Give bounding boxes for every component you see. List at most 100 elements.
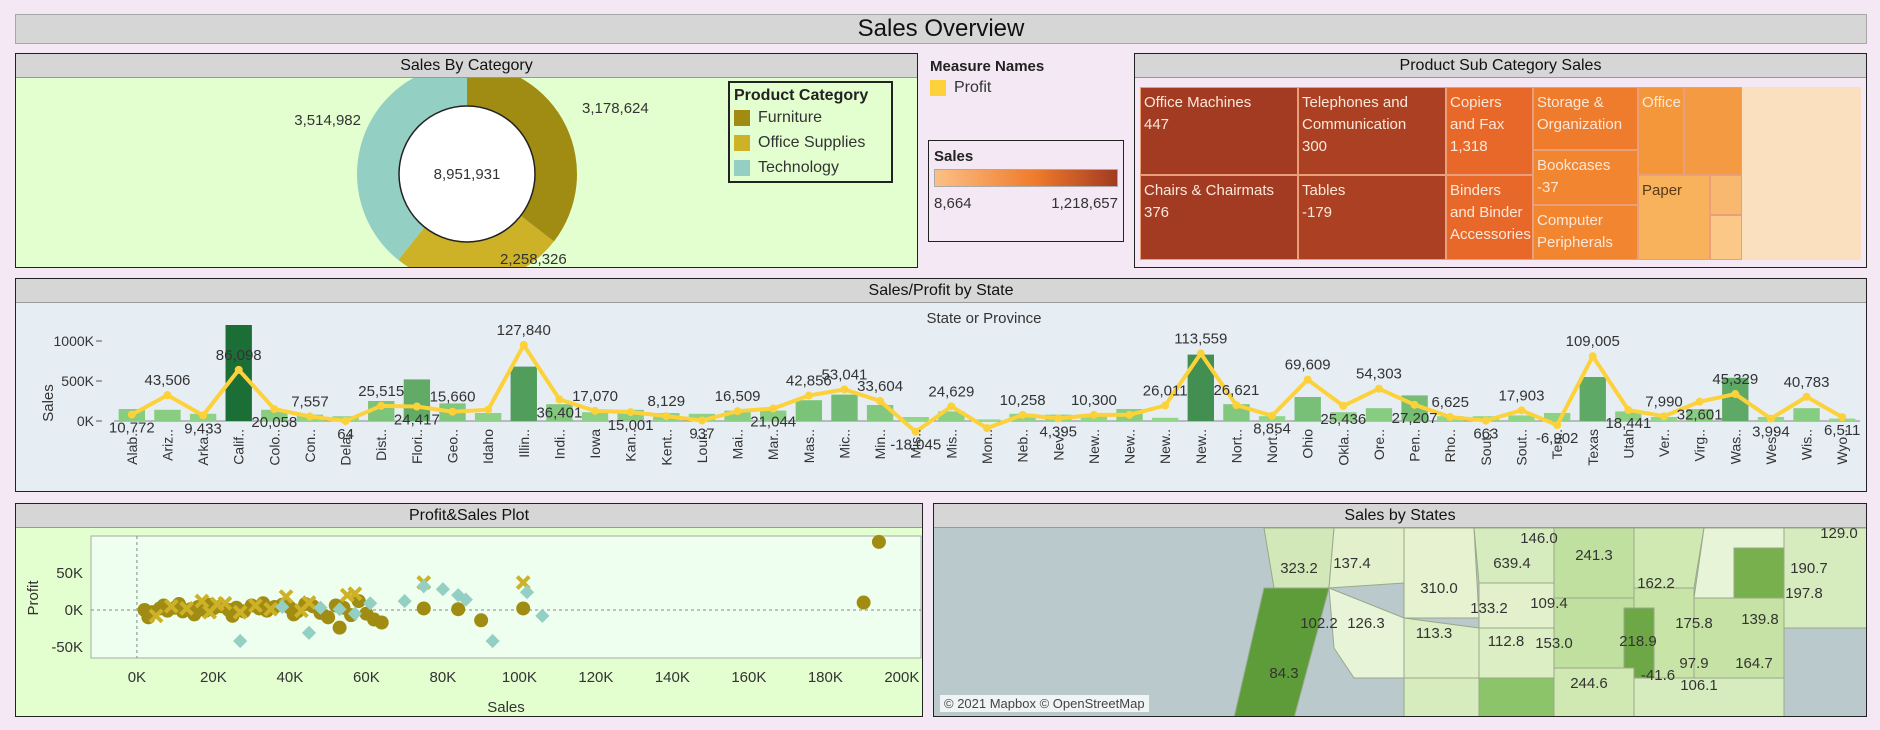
state-category-label: Wes.. (1763, 429, 1779, 465)
x-tick-label: 60K (353, 669, 380, 686)
sales-bar (1151, 417, 1179, 421)
map-value-label: 112.8 (1488, 633, 1524, 650)
map-value-label: 146.0 (1520, 530, 1558, 547)
map-state-region (1263, 528, 1335, 589)
scatter-point-furniture (332, 620, 347, 635)
treemap-cell-minor[interactable] (1710, 215, 1742, 260)
profit-point (1766, 414, 1775, 423)
profit-point (484, 405, 493, 414)
x-tick-label: 140K (655, 669, 690, 686)
legend-swatch-icon (734, 109, 750, 126)
legend-label: Furniture (758, 108, 823, 126)
profit-data-label: 109,005 (1566, 333, 1620, 350)
scatter-plot-area (90, 535, 922, 659)
state-category-label: New.. (1193, 429, 1209, 464)
sales-bar (1579, 377, 1606, 421)
treemap-cell-copiers-and-fax[interactable]: Copiers and Fax 1,318 (1446, 87, 1533, 175)
state-category-label: Geo.. (445, 429, 461, 463)
profit-point (1268, 411, 1277, 420)
map-state-region (1783, 528, 1866, 629)
sales-bar (902, 417, 929, 421)
x-tick-label: 120K (578, 669, 613, 686)
profit-point (1410, 400, 1419, 409)
legend-item-office-supplies[interactable]: Office Supplies (734, 130, 887, 155)
profit-data-label: 17,070 (572, 388, 618, 405)
profit-data-label: 45,329 (1712, 371, 1758, 388)
profit-point (840, 385, 849, 394)
x-tick-label: 20K (200, 669, 227, 686)
state-category-label: Sout.. (1478, 429, 1494, 466)
profit-point (270, 405, 279, 414)
scatter-point-furniture (871, 534, 886, 549)
treemap-cell-bookcases[interactable]: Bookcases -37 (1533, 150, 1638, 205)
profit-point (1232, 401, 1241, 410)
legend-label: Office Supplies (758, 133, 866, 151)
profit-point (341, 416, 350, 425)
treemap-cell-telephones-and-communication[interactable]: Telephones and Communication 300 (1298, 87, 1446, 175)
treemap-cell-minor[interactable] (1684, 87, 1742, 175)
state-category-label: Mas.. (801, 429, 817, 463)
treemap-cell-office-machines[interactable]: Office Machines 447 (1140, 87, 1298, 175)
measure-legend-item[interactable]: Profit (930, 75, 1120, 101)
profit-point (1089, 410, 1098, 419)
treemap-cell-office[interactable]: Office (1638, 87, 1684, 175)
map-value-label: 190.7 (1790, 560, 1828, 577)
x-tick-label: 160K (731, 669, 766, 686)
treemap-cell-storage-organization[interactable]: Storage & Organization (1533, 87, 1638, 150)
treemap-cell-tables[interactable]: Tables -179 (1298, 175, 1446, 260)
state-category-label: Utah (1620, 429, 1636, 459)
y-tick-label: 0K (65, 602, 83, 619)
profit-data-label: 69,609 (1285, 357, 1331, 374)
state-category-label: Kan.. (623, 429, 639, 462)
state-axis-title: State or Province (926, 310, 1041, 327)
profit-point (163, 391, 172, 400)
profit-data-label: 17,903 (1499, 387, 1545, 404)
profit-point (947, 402, 956, 411)
state-panel-title: Sales/Profit by State (16, 279, 1866, 303)
state-category-label: New.. (1086, 429, 1102, 464)
profit-point (804, 391, 813, 400)
state-category-label: New.. (1122, 429, 1138, 464)
state-category-label: Rho.. (1442, 429, 1458, 462)
state-category-label: Indi.. (551, 429, 567, 459)
y-axis-label: Profit (25, 580, 42, 616)
donut-total-label: 8,951,931 (434, 166, 501, 183)
map-state-region (1733, 547, 1785, 599)
x-tick-label: 0K (128, 669, 146, 686)
profit-point (555, 395, 564, 404)
treemap-cell-label: Bookcases (1537, 157, 1611, 174)
treemap-cell-computer-peripherals[interactable]: Computer Peripherals (1533, 205, 1638, 260)
map-value-label: 164.7 (1735, 655, 1773, 672)
scatter-point-furniture (416, 601, 431, 616)
profit-data-label: 127,840 (497, 322, 551, 339)
legend-item-technology[interactable]: Technology (734, 155, 887, 180)
x-tick-label: 100K (502, 669, 537, 686)
state-category-label: Ver.. (1656, 429, 1672, 457)
profit-data-label: 32,601 (1677, 407, 1723, 424)
map-value-label: 102.2 (1300, 615, 1338, 632)
treemap-cell-chairs-chairmats[interactable]: Chairs & Chairmats 376 (1140, 175, 1298, 260)
state-category-label: Ohio (1300, 429, 1316, 459)
profit-data-label: 36,401 (536, 404, 582, 421)
treemap-cell-paper[interactable]: Paper (1638, 175, 1710, 260)
state-category-label: Mai.. (730, 429, 746, 459)
scatter-panel: Profit&Sales Plot 0K 20K 40K 60K 80K 100K 120K… (15, 503, 923, 717)
profit-point (1588, 352, 1597, 361)
map-value-label: 106.1 (1680, 677, 1718, 694)
sales-bar (510, 366, 537, 421)
pie-value-label: 2,258,326 (500, 251, 567, 268)
treemap-cell-label: Computer Peripherals (1537, 212, 1613, 251)
profit-point (234, 365, 243, 374)
state-sales-map[interactable]: 323.2 137.4 310.0 639.4 241.3 129.0 162.2 190.7… (934, 528, 1867, 717)
state-category-label: Nort.. (1228, 429, 1244, 463)
profit-data-label: 86,098 (216, 347, 262, 364)
state-category-label: Illin.. (516, 429, 532, 458)
category-legend-items: Furniture Office Supplies Technology (734, 105, 887, 180)
state-category-label: Virg.. (1692, 429, 1708, 461)
legend-item-furniture[interactable]: Furniture (734, 105, 887, 130)
map-value-label: 310.0 (1420, 580, 1458, 597)
state-category-label: Was.. (1727, 429, 1743, 464)
treemap-cell-minor[interactable] (1710, 175, 1742, 215)
profit-point (1660, 412, 1669, 421)
treemap-cell-binders-and-binder-accessories[interactable]: Binders and Binder Accessories (1446, 175, 1533, 260)
